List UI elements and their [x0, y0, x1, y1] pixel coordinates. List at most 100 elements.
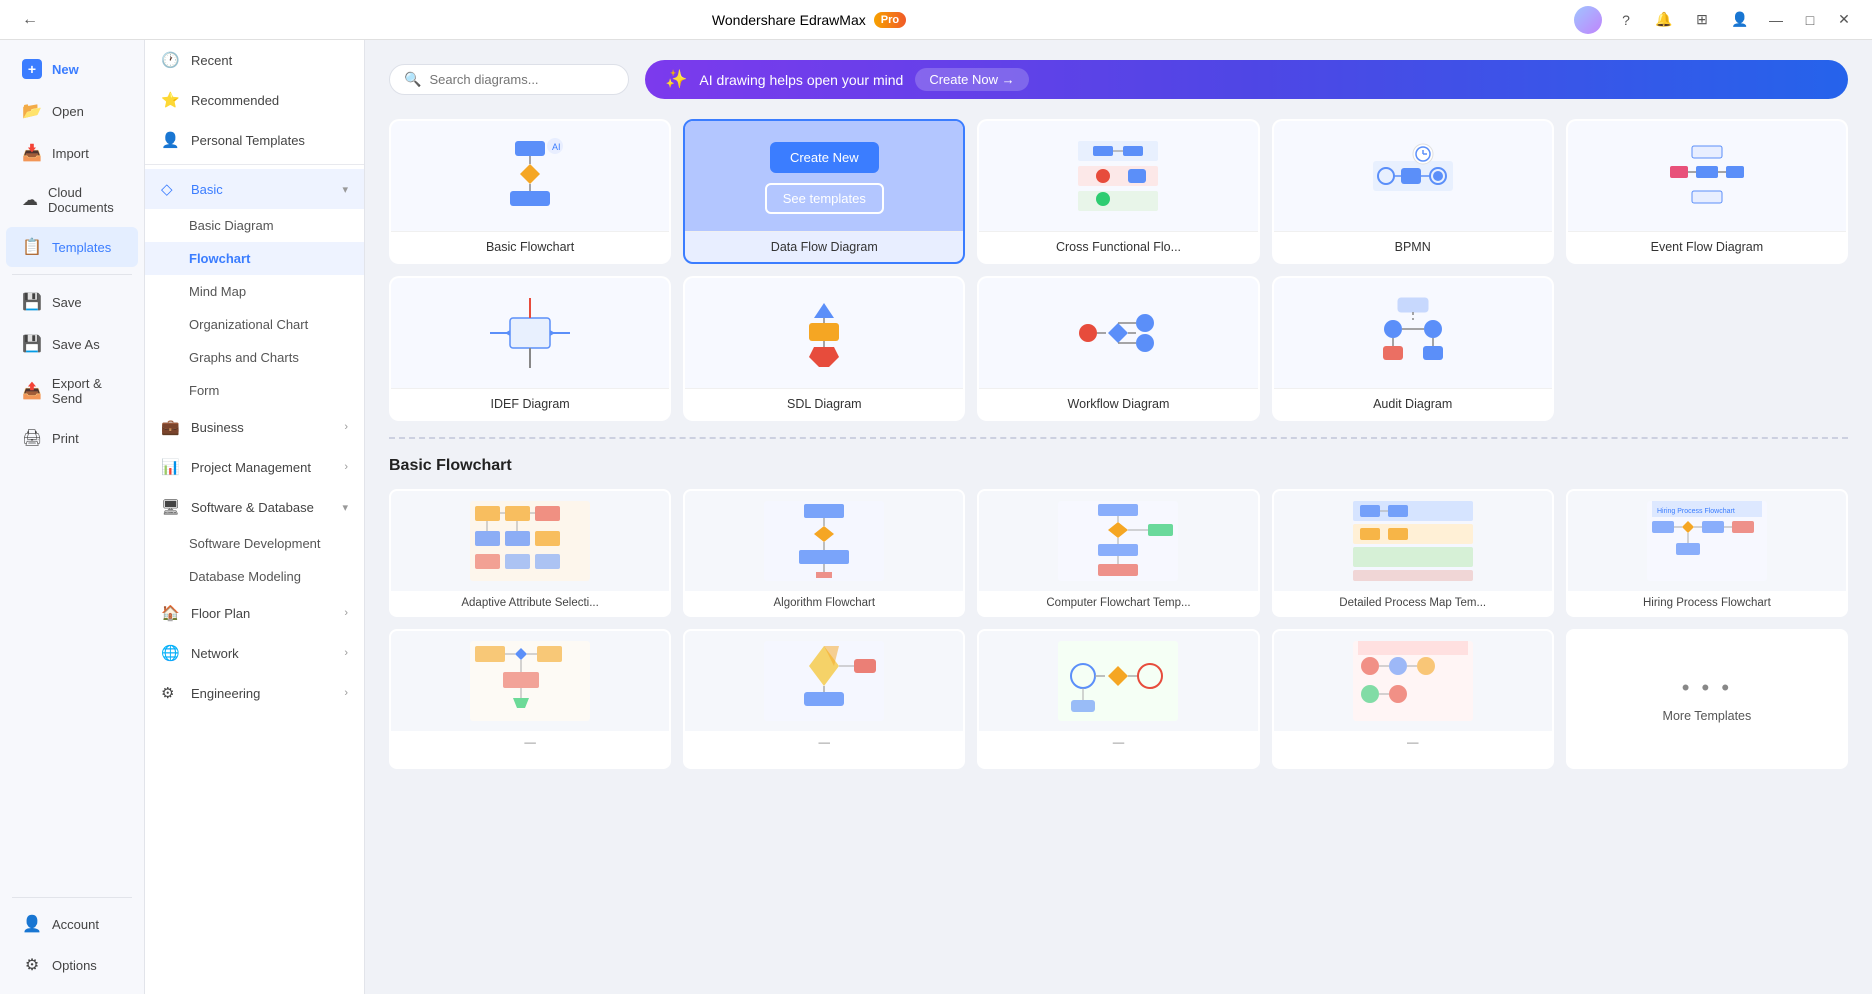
- mid-item-floorplan[interactable]: 🏠 Floor Plan ›: [145, 593, 364, 633]
- card-label-idef: IDEF Diagram: [391, 388, 669, 419]
- template-card-t9[interactable]: —: [1272, 629, 1554, 769]
- mid-sub-orgchart[interactable]: Organizational Chart: [145, 308, 364, 341]
- basic-arrow-icon: ▾: [342, 183, 348, 196]
- sidebar-item-new[interactable]: + New: [6, 49, 138, 89]
- mid-item-recent-label: Recent: [191, 53, 232, 68]
- sidebar-item-print[interactable]: 🖨 Print: [6, 418, 138, 458]
- mid-sub-orgchart-label: Organizational Chart: [189, 317, 308, 332]
- sidebar-item-import[interactable]: 📥 Import: [6, 133, 138, 173]
- print-icon: 🖨: [22, 428, 42, 448]
- svg-text:AI: AI: [552, 142, 561, 152]
- section-divider: [389, 437, 1848, 439]
- card-audit[interactable]: Audit Diagram: [1272, 276, 1554, 421]
- export-icon: 📤: [22, 381, 42, 401]
- card-cross-functional[interactable]: Cross Functional Flo...: [977, 119, 1259, 264]
- more-dots-icon: • • •: [1682, 675, 1732, 701]
- sidebar-item-saveas[interactable]: 💾 Save As: [6, 324, 138, 364]
- create-new-button[interactable]: Create New: [770, 142, 879, 173]
- titlebar-actions: ? 🔔 ⊞ 👤 — □ ✕: [1574, 6, 1856, 34]
- card-sdl[interactable]: SDL Diagram: [683, 276, 965, 421]
- basic-icon: ◇: [161, 180, 181, 198]
- sidebar-item-account[interactable]: 👤 Account: [6, 904, 138, 944]
- main-layout: + New 📂 Open 📥 Import ☁ Cloud Documents …: [0, 40, 1872, 994]
- search-input[interactable]: [429, 72, 614, 87]
- card-workflow[interactable]: Workflow Diagram: [977, 276, 1259, 421]
- template-card-t6[interactable]: —: [389, 629, 671, 769]
- mid-item-engineering[interactable]: ⚙ Engineering ›: [145, 673, 364, 713]
- mid-sub-flowchart-label: Flowchart: [189, 251, 250, 266]
- template-card-t5[interactable]: Hiring Process Flowchart Hiring Process …: [1566, 489, 1848, 617]
- tmpl-img-t2: [685, 491, 963, 591]
- mid-sub-basic-diagram[interactable]: Basic Diagram: [145, 209, 364, 242]
- template-card-t2[interactable]: Algorithm Flowchart: [683, 489, 965, 617]
- template-card-t8[interactable]: —: [977, 629, 1259, 769]
- template-card-t4[interactable]: Detailed Process Map Tem...: [1272, 489, 1554, 617]
- grid-button[interactable]: ⊞: [1688, 6, 1716, 34]
- sidebar-item-export[interactable]: 📤 Export & Send: [6, 366, 138, 416]
- tmpl-label-t8: —: [979, 731, 1257, 755]
- pro-badge: Pro: [874, 12, 906, 28]
- help-button[interactable]: ?: [1612, 6, 1640, 34]
- bell-button[interactable]: 🔔: [1650, 6, 1678, 34]
- mid-sub-db-model[interactable]: Database Modeling: [145, 560, 364, 593]
- engineering-arrow-icon: ›: [344, 687, 348, 699]
- card-event-flow[interactable]: Event Flow Diagram: [1566, 119, 1848, 264]
- minimize-button[interactable]: —: [1764, 8, 1788, 32]
- mid-item-project[interactable]: 📊 Project Management ›: [145, 447, 364, 487]
- maximize-button[interactable]: □: [1798, 8, 1822, 32]
- card-data-flow[interactable]: Create New See templates Data Flow Diagr…: [683, 119, 965, 264]
- ai-create-now-button[interactable]: Create Now →: [915, 68, 1028, 91]
- tmpl-img-t3: [979, 491, 1257, 591]
- close-button[interactable]: ✕: [1832, 8, 1856, 32]
- mid-item-network[interactable]: 🌐 Network ›: [145, 633, 364, 673]
- sidebar-item-cloud[interactable]: ☁ Cloud Documents: [6, 175, 138, 225]
- mid-sub-sw-dev[interactable]: Software Development: [145, 527, 364, 560]
- mid-item-personal-label: Personal Templates: [191, 133, 305, 148]
- mid-sub-flowchart[interactable]: Flowchart: [145, 242, 364, 275]
- card-basic-flowchart[interactable]: AI Basic Flowchart: [389, 119, 671, 264]
- mid-item-personal[interactable]: 👤 Personal Templates: [145, 120, 364, 160]
- network-icon: 🌐: [161, 644, 181, 662]
- sidebar-item-options[interactable]: ⚙ Options: [6, 945, 138, 985]
- sidebar-item-save[interactable]: 💾 Save: [6, 282, 138, 322]
- avatar[interactable]: [1574, 6, 1602, 34]
- mid-item-basic[interactable]: ◇ Basic ▾: [145, 169, 364, 209]
- sidebar-item-templates-label: Templates: [52, 240, 111, 255]
- mid-item-recommended[interactable]: ⭐ Recommended: [145, 80, 364, 120]
- user-icon-button[interactable]: 👤: [1726, 6, 1754, 34]
- business-icon: 💼: [161, 418, 181, 436]
- template-card-t7[interactable]: —: [683, 629, 965, 769]
- tmpl-label-t6: —: [391, 731, 669, 755]
- card-idef[interactable]: IDEF Diagram: [389, 276, 671, 421]
- sidebar-item-saveas-label: Save As: [52, 337, 100, 352]
- sidebar-item-templates[interactable]: 📋 Templates: [6, 227, 138, 267]
- card-bpmn[interactable]: BPMN: [1272, 119, 1554, 264]
- see-templates-button[interactable]: See templates: [765, 183, 884, 214]
- svg-text:Hiring Process Flowchart: Hiring Process Flowchart: [1657, 508, 1735, 515]
- template-card-t3[interactable]: Computer Flowchart Temp...: [977, 489, 1259, 617]
- mid-item-basic-label: Basic: [191, 182, 223, 197]
- mid-sub-graphs[interactable]: Graphs and Charts: [145, 341, 364, 374]
- card-label-audit: Audit Diagram: [1274, 388, 1552, 419]
- sidebar-item-open[interactable]: 📂 Open: [6, 91, 138, 131]
- sidebar-item-save-label: Save: [52, 295, 82, 310]
- back-button[interactable]: ←: [16, 6, 44, 34]
- top-bar: 🔍 ✨ AI drawing helps open your mind Crea…: [389, 60, 1848, 99]
- sidebar-item-account-label: Account: [52, 917, 99, 932]
- template-card-t1[interactable]: Adaptive Attribute Selecti...: [389, 489, 671, 617]
- section-title: Basic Flowchart: [389, 457, 1848, 475]
- card-img-basic-flowchart: AI: [391, 121, 669, 231]
- card-img-event-flow: [1568, 121, 1846, 231]
- template-card-more[interactable]: • • • More Templates: [1566, 629, 1848, 769]
- mid-sub-mindmap-label: Mind Map: [189, 284, 246, 299]
- mid-item-business[interactable]: 💼 Business ›: [145, 407, 364, 447]
- mid-sub-form-label: Form: [189, 383, 219, 398]
- mid-item-software[interactable]: 🖥 Software & Database ▾: [145, 487, 364, 527]
- card-label-cross-functional: Cross Functional Flo...: [979, 231, 1257, 262]
- mid-item-recent[interactable]: 🕐 Recent: [145, 40, 364, 80]
- sidebar-left: + New 📂 Open 📥 Import ☁ Cloud Documents …: [0, 40, 145, 994]
- ai-banner[interactable]: ✨ AI drawing helps open your mind Create…: [645, 60, 1848, 99]
- card-img-bpmn: [1274, 121, 1552, 231]
- mid-sub-form[interactable]: Form: [145, 374, 364, 407]
- mid-sub-mindmap[interactable]: Mind Map: [145, 275, 364, 308]
